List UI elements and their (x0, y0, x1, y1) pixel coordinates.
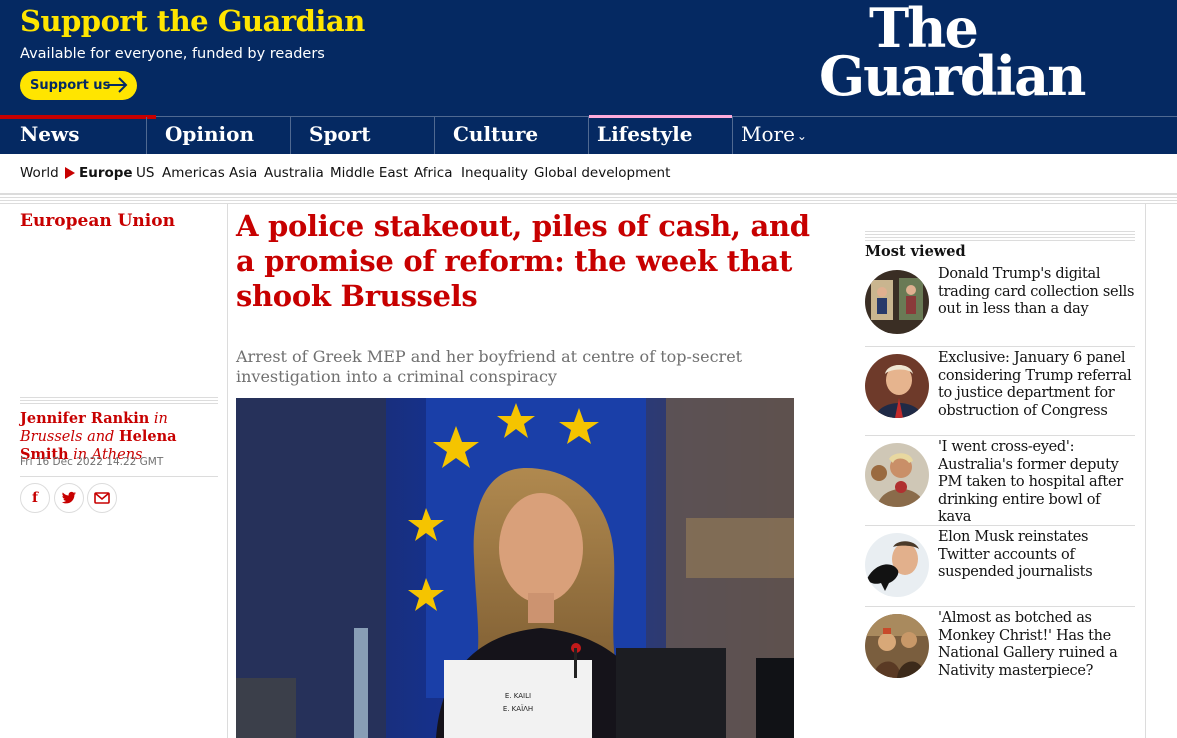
most-viewed-item[interactable]: Elon Musk reinstates Twitter accounts of… (865, 525, 1135, 613)
nav-more[interactable]: More ⌄ (732, 117, 832, 154)
most-viewed-headline: 'Almost as botched as Monkey Christ!' Ha… (938, 610, 1118, 679)
subnav: World Europe US Americas Asia Australia … (0, 154, 1177, 194)
support-us-button[interactable]: Support us (20, 71, 137, 100)
nav-opinion-label: Opinion (165, 122, 255, 146)
most-viewed-item[interactable]: 'Almost as botched as Monkey Christ!' Ha… (865, 606, 1135, 694)
nav-culture[interactable]: Culture (434, 117, 578, 154)
most-viewed-headline: Donald Trump's digital trading card coll… (938, 266, 1135, 317)
column-divider (1145, 204, 1146, 738)
article-headline: A police stakeout, piles of cash, and a … (236, 209, 810, 313)
thumbnail (865, 533, 929, 597)
most-viewed-headline: Elon Musk reinstates Twitter accounts of… (938, 529, 1093, 580)
support-title: Support the Guardian (20, 4, 365, 38)
nav-culture-label: Culture (453, 122, 539, 146)
logo-line-2: Guardian (819, 43, 1086, 108)
subnav-americas[interactable]: Americas (162, 165, 225, 181)
divider (865, 346, 1135, 347)
support-subtitle: Available for everyone, funded by reader… (20, 46, 325, 62)
guardian-logo[interactable]: The Guardian (819, 1, 1086, 108)
facebook-share-button[interactable]: f (20, 483, 50, 513)
chevron-down-icon: ⌄ (796, 128, 807, 143)
nav-lifestyle[interactable]: Lifestyle (588, 115, 732, 154)
divider (865, 231, 1135, 242)
nav-sport[interactable]: Sport (290, 117, 434, 154)
most-viewed-title: Most viewed (865, 243, 966, 260)
byline-conjunction: and (87, 429, 115, 445)
most-viewed-item[interactable]: 'I went cross-eyed': Australia's former … (865, 435, 1135, 525)
divider (20, 397, 218, 405)
subnav-us[interactable]: US (136, 165, 154, 181)
nav-sport-label: Sport (309, 122, 371, 146)
publish-date: Fri 16 Dec 2022 14.22 GMT (20, 456, 164, 468)
nav-lifestyle-label: Lifestyle (597, 122, 693, 146)
twitter-icon (61, 491, 76, 504)
site-header: Support the Guardian Available for every… (0, 0, 1177, 154)
nav-opinion[interactable]: Opinion (146, 117, 290, 154)
nav-more-label: More (741, 122, 795, 146)
subnav-europe[interactable]: Europe (79, 165, 133, 181)
most-viewed-item[interactable]: Donald Trump's digital trading card coll… (865, 262, 1135, 350)
thumbnail (865, 614, 929, 678)
divider (20, 476, 218, 477)
nav-news-label: News (20, 122, 80, 146)
nav-news[interactable]: News (0, 115, 156, 154)
pillar-nav: News Opinion Sport Culture Lifestyle Mor… (0, 115, 1177, 154)
placard-line-1: E. KAILI (505, 692, 531, 700)
facebook-icon: f (31, 490, 39, 506)
subnav-australia[interactable]: Australia (264, 165, 324, 181)
subnav-world[interactable]: World (20, 165, 59, 181)
section-label[interactable]: European Union (20, 211, 175, 231)
email-share-button[interactable] (87, 483, 117, 513)
most-viewed-headline: Exclusive: January 6 panel considering T… (938, 350, 1132, 419)
email-icon (94, 492, 110, 504)
author-link[interactable]: Jennifer Rankin (20, 410, 149, 427)
triangle-right-icon (65, 167, 75, 179)
subnav-middle-east[interactable]: Middle East (330, 165, 408, 181)
most-viewed-headline: 'I went cross-eyed': Australia's former … (938, 439, 1123, 525)
subnav-africa[interactable]: Africa (414, 165, 453, 181)
thumbnail (865, 443, 929, 507)
arrow-right-icon (108, 77, 128, 93)
subnav-asia[interactable]: Asia (229, 165, 257, 181)
thumbnail (865, 270, 929, 334)
divider (0, 194, 1177, 204)
subnav-inequality[interactable]: Inequality (461, 165, 528, 181)
divider (865, 606, 1135, 607)
article-standfirst: Arrest of Greek MEP and her boyfriend at… (236, 347, 743, 386)
main-image[interactable]: E. KAILI Ε. ΚΑΪΛΗ (236, 398, 794, 738)
subnav-global-development[interactable]: Global development (534, 165, 670, 181)
placard-line-2: Ε. ΚΑΪΛΗ (503, 704, 533, 713)
most-viewed-item[interactable]: Exclusive: January 6 panel considering T… (865, 346, 1135, 434)
divider (865, 435, 1135, 436)
column-divider (227, 204, 228, 738)
thumbnail (865, 354, 929, 418)
support-button-label: Support us (30, 78, 111, 93)
divider (865, 525, 1135, 526)
twitter-share-button[interactable] (54, 483, 84, 513)
main-image-illustration: E. KAILI Ε. ΚΑΪΛΗ (236, 398, 794, 738)
